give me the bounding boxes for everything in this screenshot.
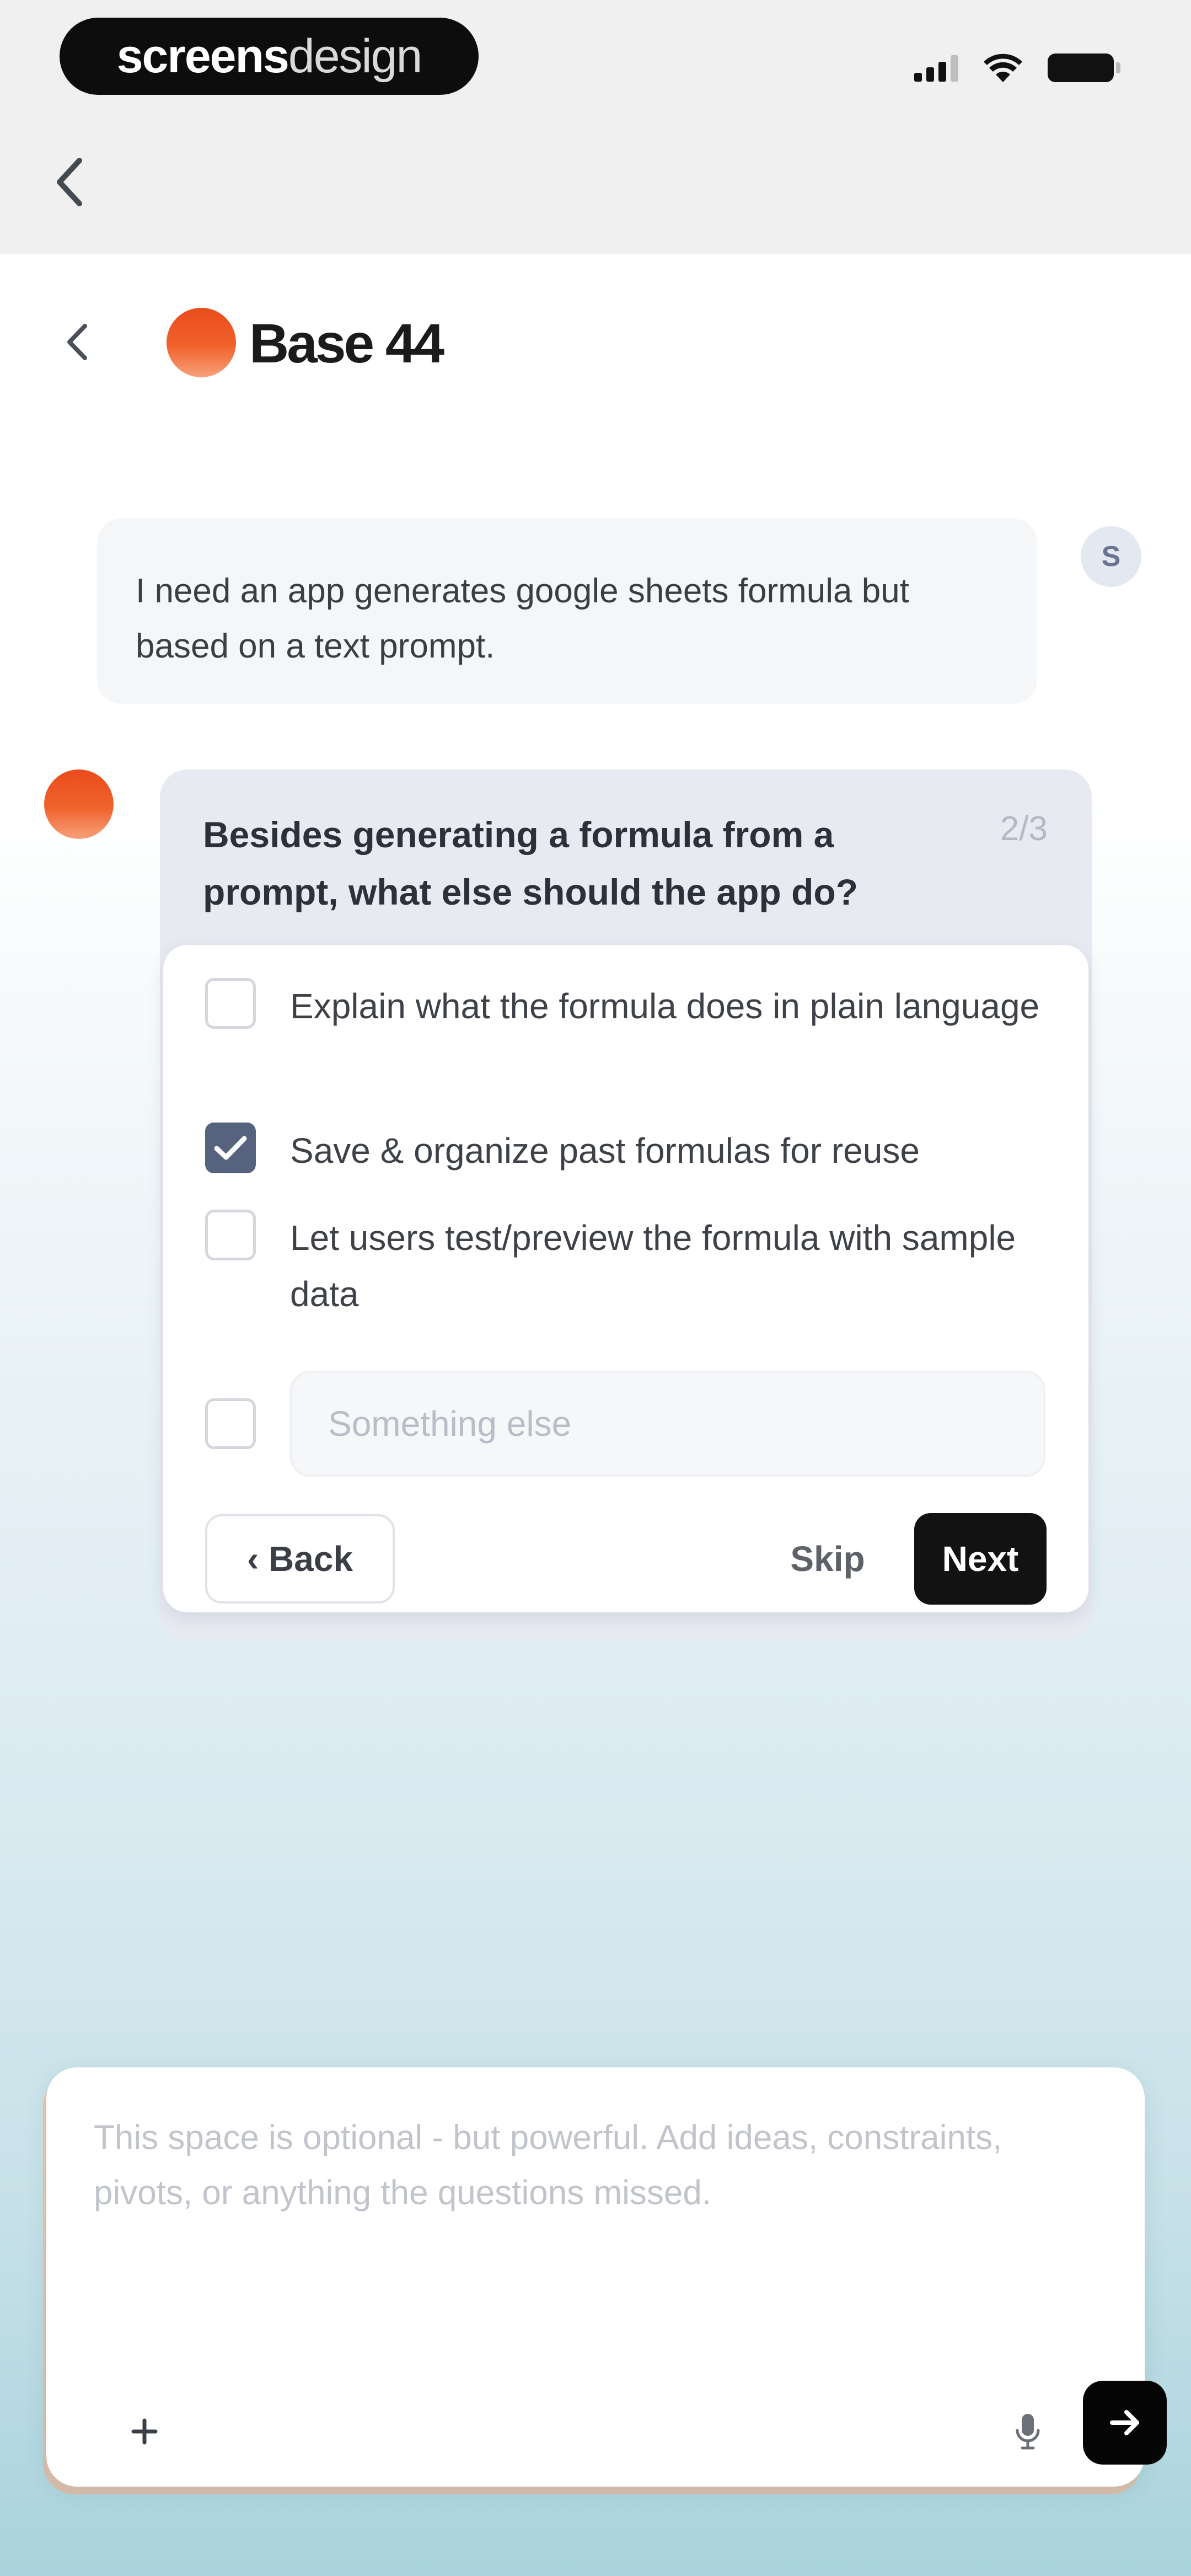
option-label: Explain what the formula does in plain l… xyxy=(290,986,1040,1026)
chevron-left-icon xyxy=(57,158,82,206)
cellular-signal-icon xyxy=(914,54,958,82)
question-text: Besides generating a formula from a prom… xyxy=(203,814,859,912)
status-icons xyxy=(914,49,1120,87)
microphone-icon xyxy=(1016,2414,1040,2450)
option-label: Save & organize past formulas for reuse xyxy=(290,1131,920,1171)
options-panel: Explain what the formula does in plain l… xyxy=(163,945,1088,1612)
user-message-bubble: I need an app generates google sheets fo… xyxy=(97,519,1037,704)
screensdesign-watermark: screens design xyxy=(60,18,479,95)
phone-screen: screens design Base 44 I need an app gene… xyxy=(0,0,1191,2576)
option-checkbox[interactable] xyxy=(205,978,256,1029)
plus-icon xyxy=(131,2418,158,2445)
question-counter: 2/3 xyxy=(1000,810,1048,848)
assistant-avatar xyxy=(44,769,114,839)
something-else-input[interactable] xyxy=(290,1371,1045,1477)
app-title: Base 44 xyxy=(249,313,444,375)
question-card: Besides generating a formula from a prom… xyxy=(160,769,1092,1641)
app-back-button[interactable] xyxy=(55,320,99,364)
user-avatar: S xyxy=(1081,526,1141,587)
microphone-button[interactable] xyxy=(1000,2404,1055,2459)
chevron-left-icon xyxy=(67,324,87,360)
arrow-right-icon xyxy=(1110,2410,1139,2435)
wifi-icon xyxy=(984,54,1022,82)
option-label: Let users test/preview the formula with … xyxy=(290,1218,1016,1314)
composer xyxy=(46,2067,1167,2487)
next-button[interactable]: Next xyxy=(914,1513,1047,1605)
option-test-preview[interactable]: Let users test/preview the formula with … xyxy=(205,1210,1054,1322)
send-button[interactable] xyxy=(1083,2381,1167,2465)
composer-input[interactable] xyxy=(94,2110,1097,2342)
option-explain-formula[interactable]: Explain what the formula does in plain l… xyxy=(205,978,1054,1034)
check-icon xyxy=(214,1136,247,1160)
status-bar: screens design xyxy=(0,0,1191,254)
base44-logo xyxy=(167,308,236,377)
skip-button[interactable]: Skip xyxy=(737,1514,919,1604)
option-checkbox[interactable] xyxy=(205,1210,256,1260)
add-attachment-button[interactable] xyxy=(117,2404,172,2459)
option-save-formulas[interactable]: Save & organize past formulas for reuse xyxy=(205,1123,1054,1179)
option-checkbox[interactable] xyxy=(205,1398,256,1449)
back-button[interactable]: ‹ Back xyxy=(205,1514,395,1604)
brand-bold-text: screens xyxy=(116,29,289,83)
option-checkbox-checked[interactable] xyxy=(205,1123,256,1173)
battery-icon xyxy=(1048,54,1120,82)
browser-back-button[interactable] xyxy=(47,154,92,210)
app-header: Base 44 xyxy=(0,298,1191,386)
brand-light-text: design xyxy=(288,29,422,83)
